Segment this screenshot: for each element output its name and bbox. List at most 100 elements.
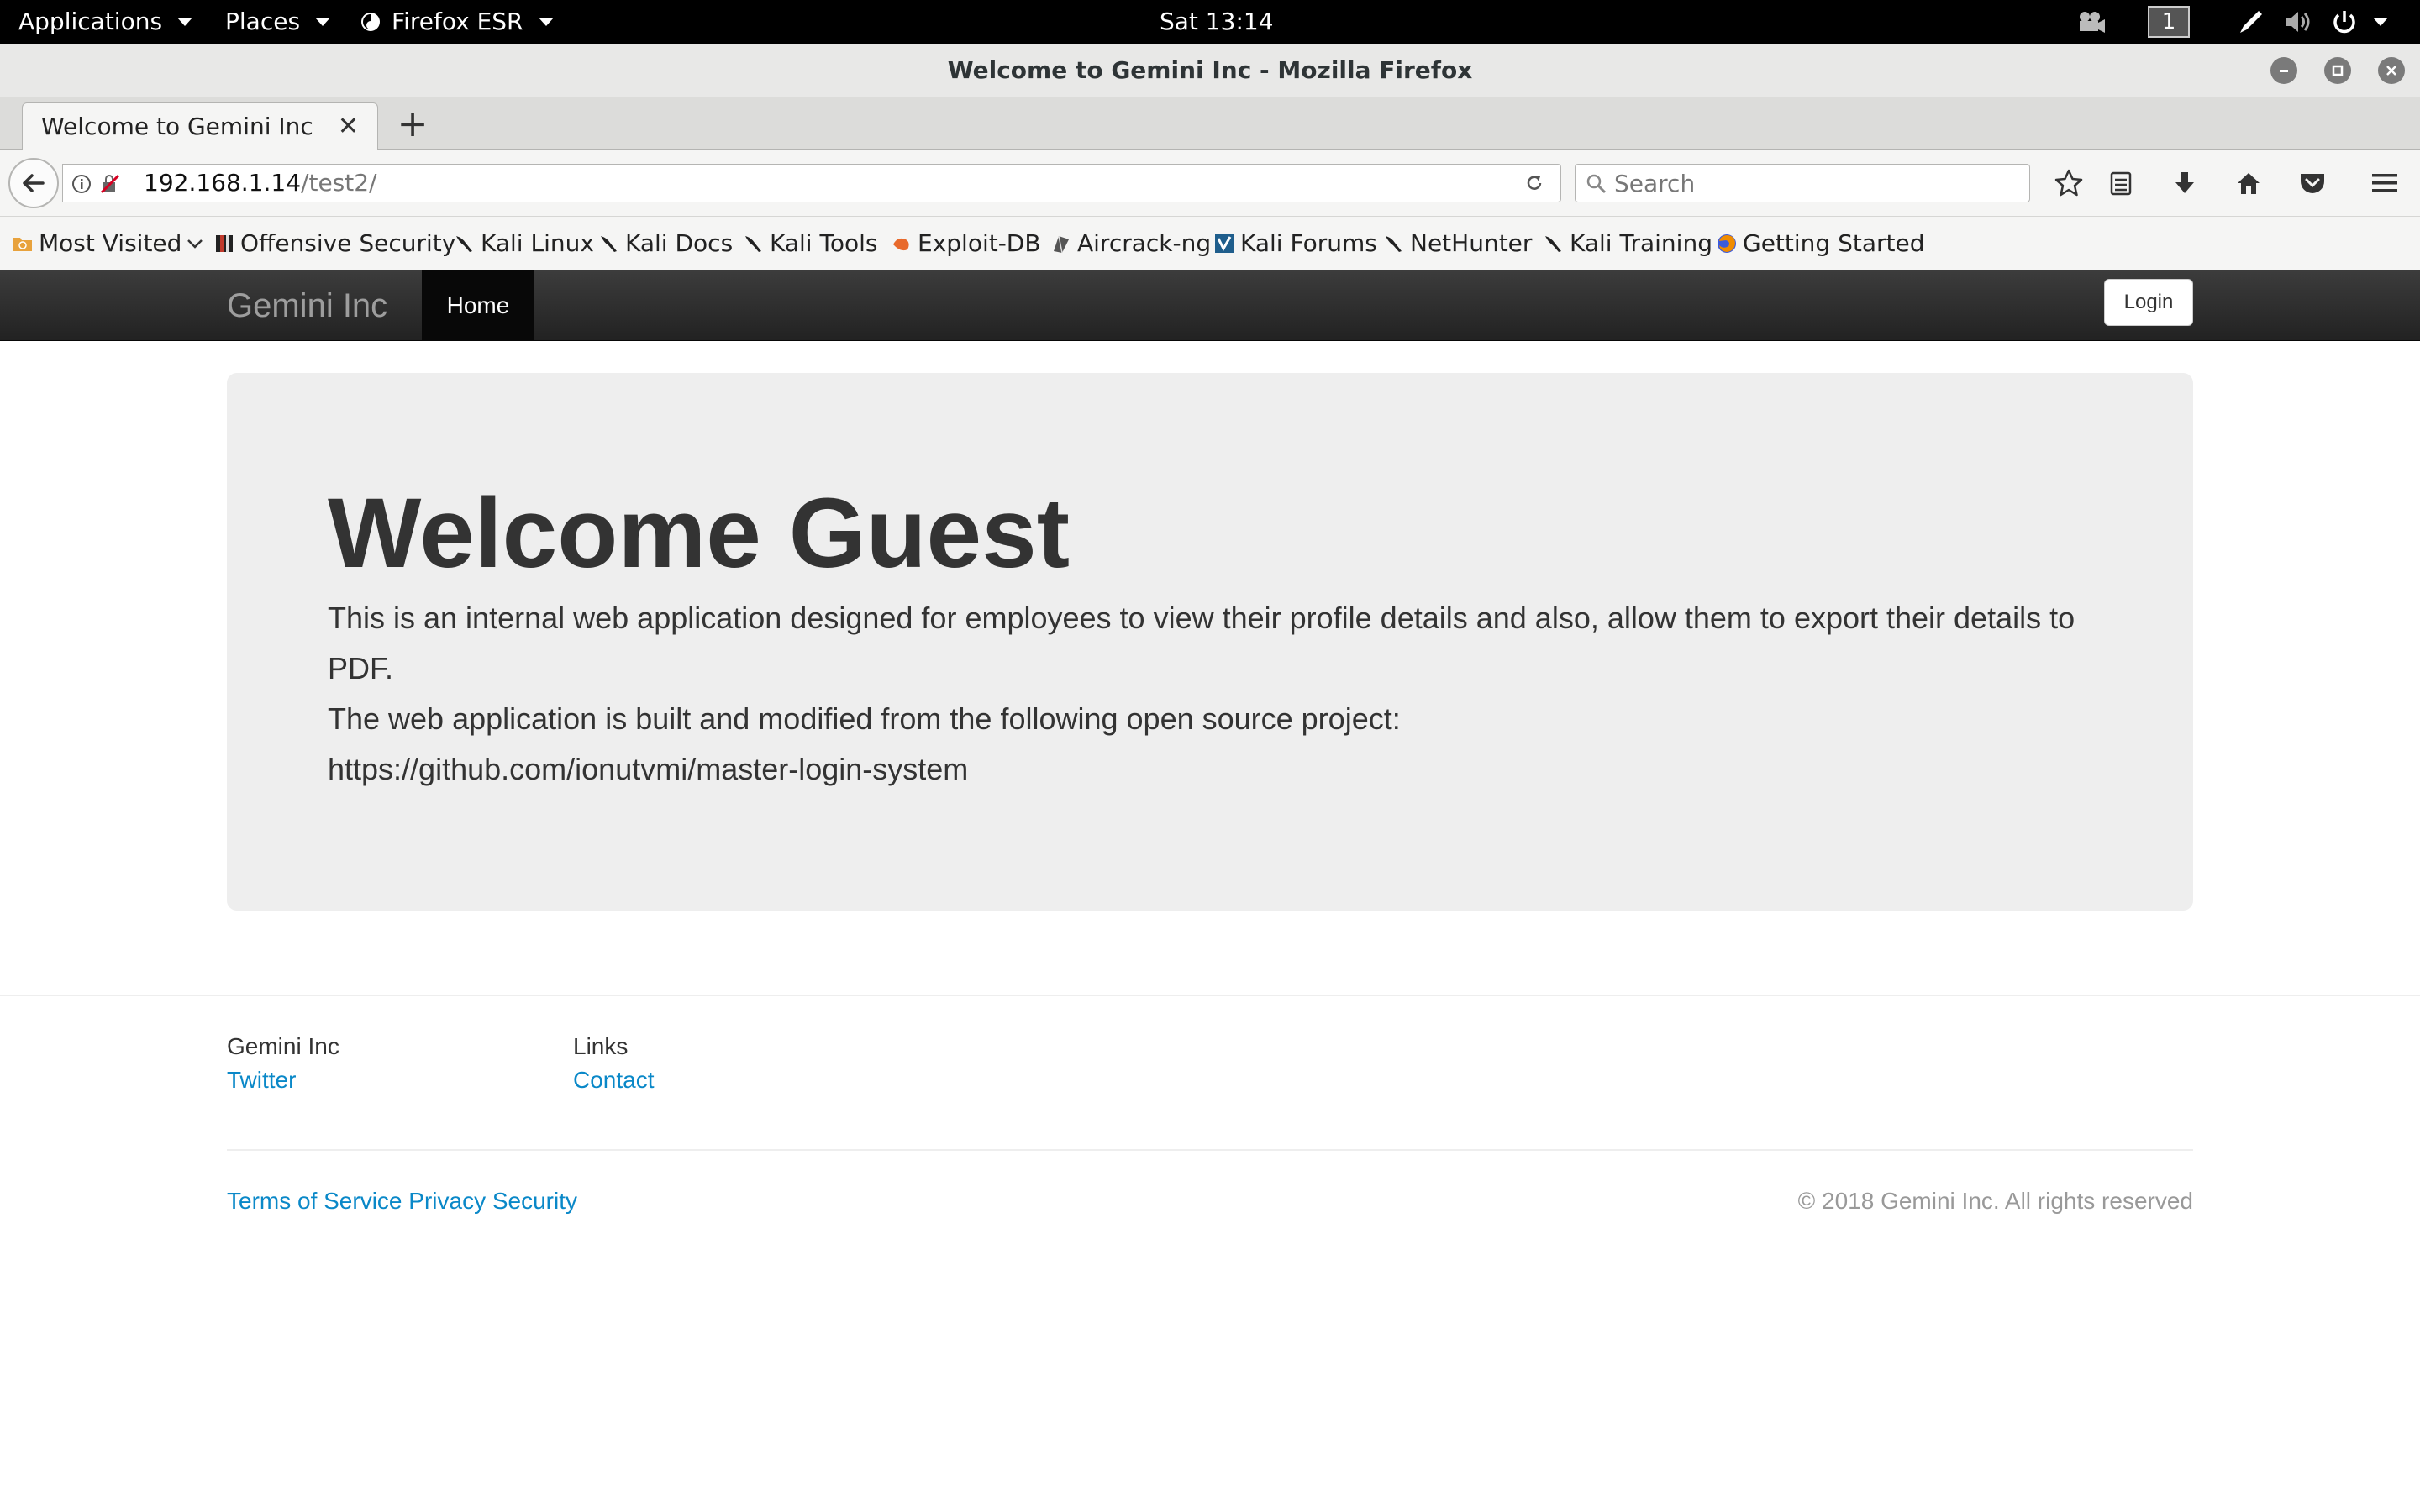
- chevron-down-icon: [187, 239, 203, 249]
- footer-heading: Gemini Inc: [227, 1033, 339, 1059]
- chevron-down-icon: [2373, 18, 2388, 26]
- legal-links: Terms of Service Privacy Security: [227, 1184, 577, 1218]
- site-brand[interactable]: Gemini Inc: [227, 270, 387, 341]
- downloads-button[interactable]: [2168, 166, 2202, 200]
- clock-label: Sat 13:14: [1160, 8, 1274, 35]
- firefox-icon: [1718, 234, 1736, 253]
- minimize-button[interactable]: [2270, 57, 2297, 84]
- contact-link[interactable]: Contact: [573, 1067, 655, 1093]
- applications-label: Applications: [18, 8, 163, 35]
- bookmark-label: Kali Docs: [625, 229, 734, 257]
- bookmark-label: Kali Forums: [1240, 229, 1377, 257]
- web-page: Gemini Inc Home Login Welcome Guest This…: [0, 270, 2420, 1512]
- menu-icon: [2372, 174, 2397, 192]
- project-url-text: https://github.com/ionutvmi/master-login…: [328, 752, 969, 786]
- info-icon[interactable]: [71, 174, 92, 194]
- pocket-button[interactable]: [2296, 166, 2329, 200]
- new-tab-button[interactable]: +: [392, 104, 434, 146]
- nav-home-link[interactable]: Home: [422, 270, 534, 341]
- download-icon: [2175, 172, 2194, 193]
- intro-paragraph: This is an internal web application desi…: [328, 601, 2075, 685]
- welcome-jumbotron: Welcome Guest This is an internal web ap…: [227, 373, 2193, 911]
- url-bar[interactable]: 192.168.1.14/test2/: [62, 164, 1561, 202]
- bookmark-label: Kali Linux: [481, 229, 594, 257]
- bookmark-nethunter[interactable]: NetHunter: [1383, 217, 1532, 270]
- bookmark-offensive-security[interactable]: Offensive Security: [213, 217, 455, 270]
- bookmark-kali-linux[interactable]: Kali Linux: [454, 217, 594, 270]
- library-icon: [2110, 171, 2132, 196]
- places-menu[interactable]: Places: [225, 0, 331, 44]
- applications-menu[interactable]: Applications: [18, 0, 193, 44]
- firefox-icon: [361, 13, 380, 31]
- video-icon[interactable]: [2077, 0, 2106, 44]
- exploitdb-icon: [893, 238, 909, 251]
- bookmark-star-button[interactable]: [2052, 166, 2086, 200]
- insecure-lock-icon[interactable]: [100, 174, 122, 194]
- pocket-icon: [2301, 174, 2324, 193]
- bookmark-label: Kali Training: [1570, 229, 1712, 257]
- chevron-down-icon: [538, 18, 554, 26]
- bookmarks-library-button[interactable]: [2104, 166, 2138, 200]
- home-icon: [2238, 173, 2260, 194]
- kali-forums-icon: [1215, 234, 1234, 253]
- window-titlebar[interactable]: Welcome to Gemini Inc - Mozilla Firefox: [0, 44, 2420, 97]
- url-text[interactable]: 192.168.1.14/test2/: [144, 165, 376, 202]
- tab-active[interactable]: Welcome to Gemini Inc ✕: [22, 102, 378, 150]
- bookmark-aircrack-ng[interactable]: Aircrack-ng: [1050, 217, 1211, 270]
- reload-icon: [1527, 176, 1541, 190]
- bookmark-kali-training[interactable]: Kali Training: [1543, 217, 1712, 270]
- privacy-link[interactable]: Privacy: [408, 1188, 486, 1214]
- search-input[interactable]: [1614, 168, 2018, 198]
- bookmark-most-visited[interactable]: Most Visited: [12, 217, 203, 270]
- kali-dragon-icon: [1386, 236, 1402, 252]
- kali-dragon-icon: [456, 236, 472, 252]
- volume-icon[interactable]: [2284, 0, 2314, 44]
- bookmark-label: Aircrack-ng: [1077, 229, 1212, 257]
- footer-column-company: Gemini Inc Twitter: [227, 1030, 339, 1097]
- kali-dragon-icon: [1545, 236, 1561, 252]
- folder-icon: [13, 238, 32, 251]
- workspace-indicator[interactable]: 1: [2148, 0, 2190, 44]
- bookmark-label: Exploit-DB: [918, 229, 1041, 257]
- bookmark-exploit-db[interactable]: Exploit-DB: [891, 217, 1041, 270]
- project-paragraph: The web application is built and modifie…: [328, 701, 1401, 736]
- bookmark-label: Getting Started: [1743, 229, 1925, 257]
- close-window-button[interactable]: [2378, 57, 2405, 84]
- bookmark-getting-started[interactable]: Getting Started: [1716, 217, 1924, 270]
- gnome-top-bar: Applications Places Firefox ESR Sat 13:1…: [0, 0, 2420, 44]
- search-bar[interactable]: [1575, 164, 2030, 202]
- power-menu[interactable]: [2331, 0, 2388, 44]
- terms-link[interactable]: Terms of Service: [227, 1188, 402, 1214]
- firefox-app-menu[interactable]: Firefox ESR: [360, 0, 554, 44]
- bookmark-label: Kali Tools: [770, 229, 878, 257]
- star-icon: [2054, 169, 2083, 197]
- back-button[interactable]: [8, 158, 59, 208]
- footer-divider: [0, 995, 2420, 996]
- twitter-link[interactable]: Twitter: [227, 1067, 296, 1093]
- tab-close-icon[interactable]: ✕: [338, 114, 359, 139]
- clock[interactable]: Sat 13:14: [1160, 0, 1274, 44]
- reload-button[interactable]: [1507, 165, 1560, 202]
- bookmark-label: Offensive Security: [240, 229, 456, 257]
- intro-text: This is an internal web application desi…: [328, 593, 2109, 795]
- arrow-left-icon: [23, 174, 45, 192]
- bookmark-label: Most Visited: [39, 229, 182, 257]
- url-host: 192.168.1.14: [144, 169, 302, 197]
- security-link[interactable]: Security: [492, 1188, 577, 1214]
- home-button[interactable]: [2232, 166, 2265, 200]
- maximize-button[interactable]: [2324, 57, 2351, 84]
- tab-bar: Welcome to Gemini Inc ✕ +: [0, 97, 2420, 150]
- pen-icon[interactable]: [2237, 0, 2265, 44]
- copyright-text: © 2018 Gemini Inc. All rights reserved: [1797, 1188, 2193, 1214]
- kali-dragon-icon: [745, 236, 761, 252]
- window-title: Welcome to Gemini Inc - Mozilla Firefox: [947, 56, 1473, 84]
- footer-divider: [227, 1149, 2193, 1151]
- search-icon: [1586, 174, 1607, 194]
- hamburger-menu-button[interactable]: [2368, 166, 2402, 200]
- close-icon: [2386, 66, 2396, 76]
- bookmark-kali-docs[interactable]: Kali Docs: [598, 217, 733, 270]
- bookmark-kali-forums[interactable]: Kali Forums: [1213, 217, 1377, 270]
- login-button[interactable]: Login: [2104, 279, 2193, 326]
- url-path: /test2/: [301, 169, 377, 197]
- bookmark-kali-tools[interactable]: Kali Tools: [743, 217, 877, 270]
